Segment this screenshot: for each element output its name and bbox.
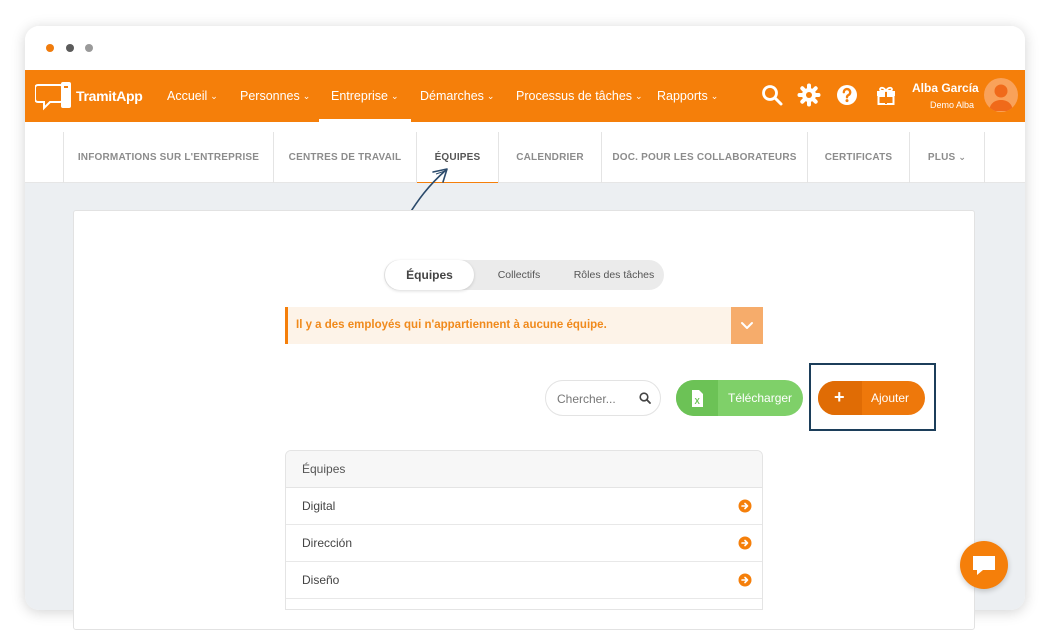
tab-certificats[interactable]: CERTIFICATS	[807, 132, 909, 183]
alert-expand-button[interactable]	[731, 307, 763, 344]
nav-item-label: Entreprise	[331, 89, 388, 103]
search-icon	[639, 392, 651, 404]
avatar[interactable]	[984, 78, 1018, 112]
search-icon[interactable]	[760, 83, 784, 107]
nav-item-accueil[interactable]: Accueil ⌄	[167, 70, 218, 122]
brand-logo[interactable]: TramitApp	[35, 79, 143, 113]
window-dot-minimize[interactable]	[66, 44, 74, 52]
alert-message: Il y a des employés qui n'appartiennent …	[296, 319, 607, 331]
teams-table: Équipes Digital Dirección Diseño	[285, 450, 763, 610]
user-company: Demo Alba	[930, 100, 975, 110]
window-dot-close[interactable]	[46, 44, 54, 52]
segment-equipes[interactable]: Équipes	[385, 260, 474, 290]
download-label: Télécharger	[728, 391, 793, 405]
chevron-down-icon: ⌄	[302, 91, 311, 101]
tab-calendrier[interactable]: CALENDRIER	[498, 132, 601, 183]
chevron-down-icon: ⌄	[390, 91, 399, 101]
company-tabs: INFORMATIONS SUR L'ENTREPRISE CENTRES DE…	[25, 132, 1025, 184]
nav-item-demarches[interactable]: Démarches ⌄	[420, 70, 494, 122]
warning-alert: Il y a des employés qui n'appartiennent …	[285, 307, 763, 344]
row-label: Diseño	[302, 573, 340, 587]
download-button[interactable]: X Télécharger	[676, 380, 803, 416]
tab-informations[interactable]: INFORMATIONS SUR L'ENTREPRISE	[63, 132, 273, 183]
nav-item-personnes[interactable]: Personnes ⌄	[240, 70, 310, 122]
search-placeholder: Chercher...	[557, 392, 616, 406]
nav-item-rapports[interactable]: Rapports ⌄	[657, 70, 718, 122]
excel-file-icon: X	[692, 390, 703, 407]
chevron-down-icon: ⌄	[486, 91, 495, 101]
gift-icon[interactable]	[874, 83, 898, 107]
gear-icon[interactable]	[797, 83, 821, 107]
section-switcher: Équipes Collectifs Rôles des tâches	[384, 260, 664, 290]
table-row[interactable]	[286, 599, 762, 609]
chevron-down-icon: ⌄	[635, 91, 643, 101]
nav-item-label: Personnes	[240, 89, 300, 103]
tab-plus[interactable]: PLUS ⌄	[909, 132, 985, 183]
nav-item-entreprise[interactable]: Entreprise ⌄	[319, 70, 410, 122]
highlight-box	[809, 363, 936, 431]
chevron-down-icon: ⌄	[210, 91, 218, 101]
nav-item-label: Rapports	[657, 89, 708, 103]
chat-button[interactable]	[960, 541, 1008, 589]
tab-doc-collaborateurs[interactable]: DOC. POUR LES COLLABORATEURS	[601, 132, 807, 183]
brand-name: TramitApp	[76, 88, 143, 104]
help-icon[interactable]	[835, 83, 859, 107]
row-label: Digital	[302, 499, 336, 513]
segment-collectifs[interactable]: Collectifs	[479, 260, 559, 290]
segment-roles-des-taches[interactable]: Rôles des tâches	[564, 260, 664, 290]
window-chrome	[25, 26, 1025, 70]
chevron-down-icon: ⌄	[958, 152, 967, 162]
chevron-down-icon: ⌄	[710, 91, 719, 101]
nav-item-label: Processus de tâches	[516, 89, 633, 103]
arrow-right-circle-icon[interactable]	[738, 499, 752, 513]
arrow-right-circle-icon[interactable]	[738, 536, 752, 550]
arrow-right-circle-icon[interactable]	[738, 573, 752, 587]
tab-plus-label: PLUS	[927, 152, 956, 163]
svg-text:X: X	[695, 397, 701, 406]
nav-item-processus[interactable]: Processus de tâches ⌄	[516, 70, 643, 122]
table-header: Équipes	[286, 451, 762, 488]
user-name[interactable]: Alba García	[912, 81, 979, 95]
tab-centres-de-travail[interactable]: CENTRES DE TRAVAIL	[273, 132, 416, 183]
table-row[interactable]: Dirección	[286, 525, 762, 562]
window-dot-maximize[interactable]	[85, 44, 93, 52]
user-avatar-icon	[989, 84, 1013, 111]
table-row[interactable]: Diseño	[286, 562, 762, 599]
top-navigation: TramitApp Accueil ⌄ Personnes ⌄ Entreprise…	[25, 70, 1025, 122]
nav-item-label: Démarches	[420, 89, 484, 103]
logo-chat-icon	[35, 82, 71, 111]
download-icon-box: X	[676, 380, 718, 416]
row-label: Dirección	[302, 536, 353, 550]
chevron-down-icon	[741, 322, 753, 329]
chat-icon	[973, 556, 995, 575]
nav-item-label: Accueil	[167, 89, 208, 103]
search-input[interactable]: Chercher...	[545, 380, 661, 416]
table-row[interactable]: Digital	[286, 488, 762, 525]
